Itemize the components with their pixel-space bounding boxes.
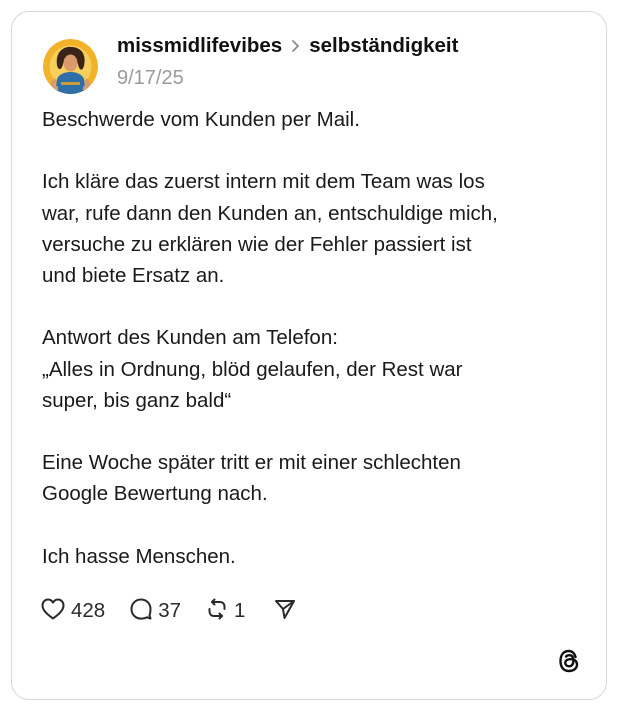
- reply-count: 37: [158, 599, 182, 622]
- like-count: 428: [71, 599, 106, 622]
- post-date: 9/17/25: [117, 67, 184, 89]
- post-card: missmidlifevibes selbständigkeit 9/17/25…: [11, 11, 607, 700]
- speech-bubble-icon: [129, 597, 153, 626]
- send-paper-plane-icon: [273, 597, 297, 626]
- repost-arrows-icon: [205, 597, 229, 626]
- like-button[interactable]: 428: [40, 597, 105, 626]
- topic-link[interactable]: selbständigkeit: [309, 34, 458, 58]
- repost-count: 1: [234, 599, 246, 622]
- heart-icon: [40, 597, 66, 626]
- avatar[interactable]: [43, 39, 98, 94]
- share-button[interactable]: [273, 597, 297, 626]
- post-text: Beschwerde vom Kunden per Mail. Ich klär…: [42, 108, 498, 568]
- threads-logo-icon[interactable]: [556, 647, 582, 680]
- reply-button[interactable]: 37: [129, 597, 181, 626]
- post-actions: 428 37 1: [40, 596, 297, 626]
- repost-button[interactable]: 1: [205, 597, 245, 626]
- chevron-right-icon: [291, 39, 300, 53]
- post-header: missmidlifevibes selbständigkeit: [117, 31, 458, 61]
- username-link[interactable]: missmidlifevibes: [117, 34, 282, 58]
